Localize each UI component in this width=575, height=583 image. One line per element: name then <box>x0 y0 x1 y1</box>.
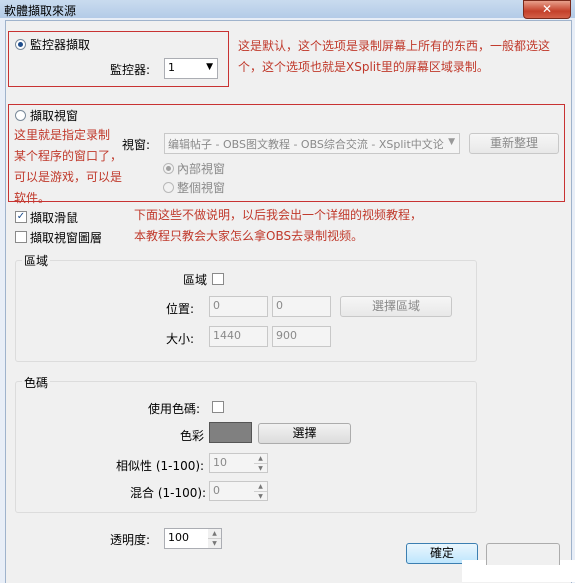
blend-spinner[interactable]: ▲ ▼ <box>254 481 268 501</box>
close-icon: ✕ <box>541 2 553 16</box>
window-select-label: 視窗: <box>122 138 151 152</box>
capture-mouse-label: 擷取滑鼠 <box>30 211 79 225</box>
window-note-line: 可以是游戏，可以是软件。 <box>14 170 123 205</box>
region-enable-label: 區域 <box>183 273 208 287</box>
capture-mouse-checkbox[interactable]: ✓ <box>15 211 27 223</box>
spin-down-icon[interactable]: ▼ <box>254 464 267 473</box>
window-capture-radio[interactable] <box>15 110 26 121</box>
window-title: 軟體擷取來源 <box>4 4 77 18</box>
region-enable-checkbox[interactable] <box>212 273 224 285</box>
options-note-line: 下面这些不做说明，以后我会出一个详细的视频教程， <box>134 208 423 222</box>
chevron-down-icon: ▼ <box>448 137 455 147</box>
whole-window-label: 整個視窗 <box>177 181 226 195</box>
cancel-button[interactable] <box>486 543 560 565</box>
window-select[interactable]: 编辑帖子 - OBS图文教程 - OBS综合交流 - XSplit中文论 ▼ <box>164 133 460 154</box>
capture-layered-checkbox[interactable] <box>15 231 27 243</box>
monitor-select-label: 監控器: <box>110 63 151 77</box>
spin-down-icon[interactable]: ▼ <box>254 492 267 501</box>
spin-up-icon[interactable]: ▲ <box>254 482 267 492</box>
position-x-input[interactable]: 0 <box>209 296 268 317</box>
opacity-input[interactable]: 100 <box>164 528 210 549</box>
select-region-button[interactable]: 選擇區域 <box>340 296 452 317</box>
whole-window-radio[interactable] <box>163 182 174 193</box>
monitor-capture-radio[interactable] <box>15 39 26 50</box>
window-note-line: 某个程序的窗口了， <box>14 149 123 163</box>
monitor-select-value: 1 <box>168 61 175 74</box>
similarity-label: 相似性 (1-100): <box>116 459 205 473</box>
monitor-note-line: 个，这个选项也就是XSplit里的屏幕区域录制。 <box>238 60 489 74</box>
region-group-title: 區域 <box>22 252 51 269</box>
monitor-capture-label: 監控器擷取 <box>30 38 91 52</box>
spin-up-icon[interactable]: ▲ <box>254 454 267 464</box>
refresh-button[interactable]: 重新整理 <box>469 133 559 154</box>
opacity-label: 透明度: <box>110 533 151 547</box>
monitor-select[interactable]: 1 ▼ <box>164 58 218 79</box>
select-color-button[interactable]: 選擇 <box>258 423 351 444</box>
size-label: 大小: <box>166 332 195 346</box>
colorkey-group-title: 色碼 <box>22 374 51 391</box>
blend-input[interactable]: 0 <box>209 481 255 501</box>
monitor-note-line: 这是默认，这个选项是录制屏幕上所有的东西，一般都选这 <box>238 39 551 53</box>
use-colorkey-checkbox[interactable] <box>212 401 224 413</box>
blend-label: 混合 (1-100): <box>130 486 207 500</box>
capture-layered-label: 擷取視窗圖層 <box>30 231 103 245</box>
spin-up-icon[interactable]: ▲ <box>208 529 221 539</box>
window-capture-label: 擷取視窗 <box>30 109 79 123</box>
title-bar <box>0 0 575 18</box>
similarity-input[interactable]: 10 <box>209 453 255 473</box>
spin-down-icon[interactable]: ▼ <box>208 539 221 548</box>
size-height-input[interactable]: 900 <box>272 326 331 347</box>
close-button[interactable]: ✕ <box>523 0 571 19</box>
use-colorkey-label: 使用色碼: <box>148 402 201 416</box>
chevron-down-icon: ▼ <box>206 62 213 72</box>
color-label: 色彩 <box>180 429 205 443</box>
monitor-note: 这是默认，这个选项是录制屏幕上所有的东西，一般都选这 个，这个选项也就是XSpl… <box>238 36 568 78</box>
size-width-input[interactable]: 1440 <box>209 326 268 347</box>
inner-window-radio[interactable] <box>163 163 174 174</box>
similarity-spinner[interactable]: ▲ ▼ <box>254 453 268 473</box>
window-select-value: 编辑帖子 - OBS图文教程 - OBS综合交流 - XSplit中文论 <box>168 138 444 151</box>
check-icon: ✓ <box>16 211 26 222</box>
window-note-line: 这里就是指定录制 <box>14 128 111 142</box>
position-label: 位置: <box>166 302 195 316</box>
inner-window-label: 內部視窗 <box>177 162 226 176</box>
color-swatch[interactable] <box>209 422 252 443</box>
options-note-line: 本教程只教会大家怎么拿OBS去录制视频。 <box>134 229 364 243</box>
opacity-spinner[interactable]: ▲ ▼ <box>208 528 222 549</box>
window-capture-note: 这里就是指定录制 某个程序的窗口了， 可以是游戏，可以是软件。 <box>14 125 124 209</box>
options-note: 下面这些不做说明，以后我会出一个详细的视频教程， 本教程只教会大家怎么拿OBS去… <box>134 205 554 247</box>
position-y-input[interactable]: 0 <box>272 296 331 317</box>
